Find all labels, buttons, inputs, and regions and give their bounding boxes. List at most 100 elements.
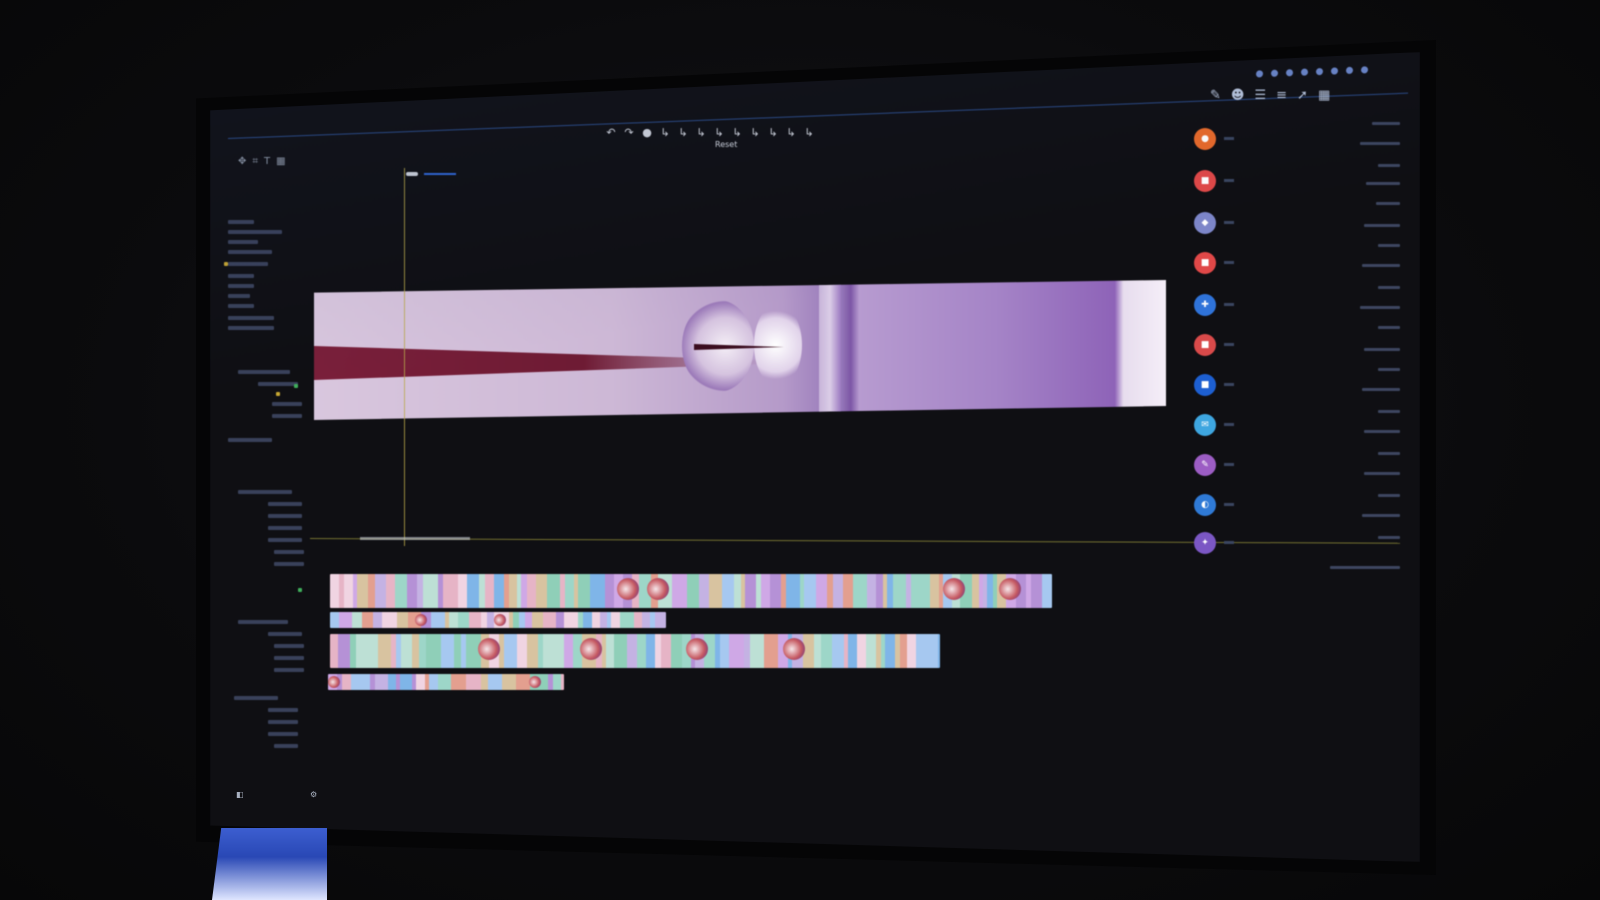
inspector-row[interactable] <box>1372 122 1400 125</box>
inspector-row[interactable] <box>1378 536 1400 539</box>
cursor-icon[interactable]: ➚ <box>1297 88 1308 103</box>
timeline-track-video-1[interactable] <box>330 574 1052 608</box>
panel-row[interactable] <box>228 230 282 234</box>
panel-row[interactable] <box>272 402 302 406</box>
playhead-line[interactable] <box>404 168 405 546</box>
control-dot-icon[interactable] <box>1256 70 1263 78</box>
panel-row[interactable] <box>268 526 302 530</box>
control-dot-icon[interactable] <box>1301 68 1308 76</box>
tool-icon[interactable]: ↳ <box>731 126 743 139</box>
panel-row[interactable] <box>274 550 304 554</box>
panel-row[interactable] <box>228 438 272 442</box>
inspector-row[interactable] <box>1364 430 1400 433</box>
effect-icon[interactable]: ■ <box>1194 252 1216 274</box>
inspector-row[interactable] <box>1378 244 1400 247</box>
panel-row[interactable] <box>238 620 288 624</box>
tool-icon[interactable]: ↳ <box>767 126 779 139</box>
inspector-row[interactable] <box>1362 388 1400 391</box>
redo-icon[interactable]: ↷ <box>623 126 635 139</box>
settings-icon[interactable]: ⚙ <box>310 790 317 799</box>
panel-row[interactable] <box>228 294 250 298</box>
effect-icon[interactable]: ◆ <box>1194 212 1216 234</box>
effect-icon[interactable]: ✦ <box>1194 532 1216 554</box>
panel-row[interactable] <box>234 696 278 700</box>
inspector-row[interactable] <box>1364 472 1400 475</box>
panel-row[interactable] <box>238 490 292 494</box>
panel-row[interactable] <box>228 304 254 308</box>
panel-row[interactable] <box>268 502 302 506</box>
inspector-row[interactable] <box>1378 494 1400 497</box>
panel-row[interactable] <box>272 414 302 418</box>
move-icon[interactable]: ✥ <box>238 156 246 167</box>
inspector-row[interactable] <box>1330 566 1400 569</box>
panel-row[interactable] <box>274 644 304 648</box>
tool-icon[interactable]: ↳ <box>713 126 725 139</box>
inspector-row[interactable] <box>1364 348 1400 351</box>
panel-row[interactable] <box>274 562 304 566</box>
panel-row[interactable] <box>228 274 254 278</box>
effect-icon[interactable]: ● <box>1194 128 1216 150</box>
inspector-row[interactable] <box>1360 142 1400 145</box>
panel-row[interactable] <box>268 720 298 724</box>
inspector-row[interactable] <box>1378 368 1400 371</box>
reset-button[interactable]: Reset <box>715 140 737 149</box>
effect-icon[interactable]: ■ <box>1194 374 1216 396</box>
timeline-track-video-3[interactable] <box>330 634 940 668</box>
effect-icon[interactable]: ✚ <box>1194 294 1216 316</box>
control-dot-icon[interactable] <box>1346 66 1353 75</box>
control-dot-icon[interactable] <box>1286 69 1293 77</box>
panel-row[interactable] <box>228 284 254 288</box>
inspector-row[interactable] <box>1378 164 1400 167</box>
align-icon[interactable]: ≡ <box>1276 88 1287 103</box>
undo-icon[interactable]: ↶ <box>605 126 617 139</box>
grid-icon[interactable]: ▦ <box>276 156 285 167</box>
panel-row[interactable] <box>268 732 298 736</box>
tool-icon[interactable]: ↳ <box>785 126 797 139</box>
panel-row[interactable] <box>268 514 302 518</box>
control-dot-icon[interactable] <box>1316 67 1323 76</box>
panel-row[interactable] <box>228 316 274 320</box>
panel-row[interactable] <box>268 708 298 712</box>
effect-icon[interactable]: ■ <box>1194 170 1216 192</box>
inspector-row[interactable] <box>1378 410 1400 413</box>
panel-row[interactable] <box>274 668 304 672</box>
inspector-row[interactable] <box>1376 202 1400 205</box>
tool-icon[interactable]: ↳ <box>803 126 815 139</box>
inspector-row[interactable] <box>1366 182 1400 185</box>
effect-icon[interactable]: ■ <box>1194 334 1216 356</box>
panel-row[interactable] <box>228 262 268 266</box>
speaker-icon[interactable]: ◧ <box>236 790 244 799</box>
text-icon[interactable]: T <box>264 156 270 167</box>
panel-row[interactable] <box>268 632 302 636</box>
control-dot-icon[interactable] <box>1361 66 1368 74</box>
effect-icon[interactable]: ◐ <box>1194 494 1216 516</box>
inspector-row[interactable] <box>1378 286 1400 289</box>
scrub-handle[interactable] <box>406 172 418 176</box>
grid-icon[interactable]: ▦ <box>1318 88 1330 103</box>
panel-row[interactable] <box>228 250 272 254</box>
record-icon[interactable]: ● <box>641 126 653 139</box>
panel-row[interactable] <box>238 370 290 374</box>
effect-icon[interactable]: ✉ <box>1194 414 1216 436</box>
inspector-row[interactable] <box>1362 264 1400 267</box>
tool-icon[interactable]: ↳ <box>695 126 707 139</box>
panel-row[interactable] <box>228 220 254 224</box>
pen-icon[interactable]: ✎ <box>1210 88 1221 103</box>
panel-row[interactable] <box>228 326 274 330</box>
crop-icon[interactable]: ⌗ <box>252 156 258 167</box>
panel-row[interactable] <box>228 240 258 244</box>
video-preview-frame[interactable] <box>314 280 1166 420</box>
timeline-track-video-4[interactable] <box>328 674 564 690</box>
tool-icon[interactable]: ↳ <box>659 126 671 139</box>
panel-row[interactable] <box>274 744 298 748</box>
tool-icon[interactable]: ↳ <box>749 126 761 139</box>
panel-row[interactable] <box>268 538 302 542</box>
control-dot-icon[interactable] <box>1331 67 1338 75</box>
inspector-row[interactable] <box>1378 452 1400 455</box>
playhead-scrubber[interactable] <box>360 537 470 540</box>
effect-icon[interactable]: ✎ <box>1194 454 1216 476</box>
panel-row[interactable] <box>274 656 304 660</box>
user-icon[interactable]: ☻ <box>1231 88 1245 103</box>
inspector-row[interactable] <box>1362 514 1400 517</box>
inspector-row[interactable] <box>1378 326 1400 329</box>
